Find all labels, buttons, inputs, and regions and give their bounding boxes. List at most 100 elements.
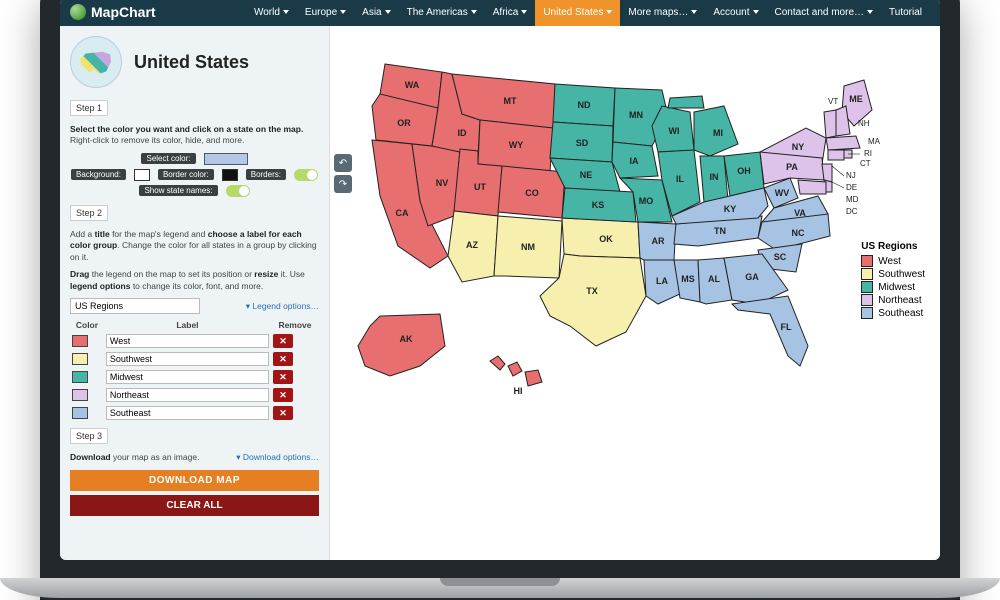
svg-text:RI: RI	[864, 149, 872, 158]
state-nj[interactable]	[822, 164, 832, 182]
legend-swatch	[861, 255, 873, 267]
legend-row: ✕	[70, 350, 319, 368]
svg-text:MD: MD	[846, 195, 859, 204]
group-label-input[interactable]	[106, 370, 269, 384]
state-mi[interactable]	[694, 106, 738, 156]
legend-swatch	[861, 307, 873, 319]
border-color-label: Border color:	[158, 169, 214, 180]
group-color-swatch[interactable]	[72, 335, 88, 347]
step1-help: Select the color you want and click on a…	[70, 124, 319, 147]
state-hi[interactable]	[490, 356, 505, 370]
legend-item: Southeast	[861, 307, 925, 319]
state-ok[interactable]	[562, 218, 640, 258]
clear-all-button[interactable]: CLEAR ALL	[70, 495, 319, 516]
legend-swatch	[861, 294, 873, 306]
remove-group-button[interactable]: ✕	[273, 406, 293, 420]
state-md[interactable]	[798, 180, 826, 194]
group-color-swatch[interactable]	[72, 371, 88, 383]
state-ks[interactable]	[562, 188, 636, 222]
legend-options-link[interactable]: ▾ Legend options…	[246, 301, 319, 312]
globe-icon	[70, 4, 86, 20]
legend-groups-table: ColorLabelRemove ✕ ✕ ✕ ✕ ✕	[70, 318, 319, 422]
svg-text:CT: CT	[860, 159, 871, 168]
group-color-swatch[interactable]	[72, 407, 88, 419]
download-map-button[interactable]: DOWNLOAD MAP	[70, 470, 319, 491]
step1-header: Step 1	[70, 100, 108, 116]
state-ak[interactable]	[358, 314, 445, 376]
group-label-input[interactable]	[106, 388, 269, 402]
remove-group-button[interactable]: ✕	[273, 334, 293, 348]
state-pa[interactable]	[760, 152, 824, 184]
legend-swatch	[861, 281, 873, 293]
nav-africa[interactable]: Africa	[485, 0, 536, 26]
map-legend[interactable]: US Regions West Southwest Midwest Northe…	[861, 241, 925, 320]
show-names-label: Show state names:	[139, 185, 217, 196]
chevron-down-icon	[283, 10, 289, 14]
state-vt[interactable]	[824, 110, 836, 138]
nav-united-states[interactable]: United States	[535, 0, 620, 26]
legend-item: Northeast	[861, 294, 925, 306]
nav-contact[interactable]: Contact and more…	[767, 0, 882, 26]
state-nm[interactable]	[494, 216, 562, 278]
nav-tutorial[interactable]: Tutorial	[881, 0, 930, 26]
group-label-input[interactable]	[106, 334, 269, 348]
laptop-notch	[440, 578, 560, 586]
chevron-down-icon	[340, 10, 346, 14]
state-ms[interactable]	[674, 260, 700, 302]
legend-item: Midwest	[861, 281, 925, 293]
svg-text:NJ: NJ	[846, 171, 856, 180]
legend-title-input[interactable]	[70, 298, 200, 314]
group-label-input[interactable]	[106, 352, 269, 366]
remove-group-button[interactable]: ✕	[273, 352, 293, 366]
chevron-down-icon	[385, 10, 391, 14]
chevron-down-icon	[867, 10, 873, 14]
us-map-svg: WA OR CA NV ID MT WY UT CO AZ NM ND SD N…	[350, 46, 910, 406]
state-sd[interactable]	[550, 122, 613, 162]
svg-text:HI: HI	[514, 386, 523, 396]
legend-row: ✕	[70, 386, 319, 404]
app-screen: MapChart World Europe Asia The Americas …	[60, 0, 940, 560]
border-color-swatch[interactable]	[222, 169, 238, 181]
select-color-label: Select color:	[141, 153, 195, 164]
state-mi2[interactable]	[668, 96, 704, 108]
show-names-toggle[interactable]	[226, 185, 250, 197]
download-options-link[interactable]: ▾ Download options…	[236, 452, 319, 463]
nav-account[interactable]: Account	[705, 0, 766, 26]
state-ma[interactable]	[826, 136, 860, 150]
state-co[interactable]	[498, 166, 565, 218]
group-color-swatch[interactable]	[72, 389, 88, 401]
background-swatch[interactable]	[134, 169, 150, 181]
legend-row: ✕	[70, 332, 319, 350]
state-az[interactable]	[448, 211, 498, 282]
legend-row: ✕	[70, 404, 319, 422]
nav-asia[interactable]: Asia	[354, 0, 398, 26]
step2-help1: Add a title for the map's legend and cho…	[70, 229, 319, 263]
state-ia[interactable]	[612, 142, 658, 178]
state-nd[interactable]	[553, 84, 615, 126]
state-wy[interactable]	[478, 120, 553, 172]
step2-header: Step 2	[70, 205, 108, 221]
laptop-frame: MapChart World Europe Asia The Americas …	[40, 0, 960, 600]
state-ct[interactable]	[828, 150, 844, 160]
nav-europe[interactable]: Europe	[297, 0, 354, 26]
nav-more-maps[interactable]: More maps…	[620, 0, 705, 26]
state-in[interactable]	[700, 156, 728, 202]
state-wi[interactable]	[652, 106, 694, 152]
nav-world[interactable]: World	[246, 0, 297, 26]
state-fl[interactable]	[732, 296, 808, 366]
main-navbar: MapChart World Europe Asia The Americas …	[60, 0, 940, 26]
remove-group-button[interactable]: ✕	[273, 388, 293, 402]
nav-americas[interactable]: The Americas	[399, 0, 485, 26]
brand[interactable]: MapChart	[70, 4, 156, 20]
group-label-input[interactable]	[106, 406, 269, 420]
state-ar[interactable]	[638, 222, 676, 260]
borders-toggle[interactable]	[294, 169, 318, 181]
sidebar: United States Step 1 Select the color yo…	[60, 26, 330, 560]
borders-label: Borders:	[246, 169, 286, 180]
chevron-down-icon	[606, 10, 612, 14]
remove-group-button[interactable]: ✕	[273, 370, 293, 384]
map-canvas[interactable]: ↶ ↷	[330, 26, 940, 560]
group-color-swatch[interactable]	[72, 353, 88, 365]
select-color-swatch[interactable]	[204, 153, 248, 165]
legend-item: Southwest	[861, 268, 925, 280]
